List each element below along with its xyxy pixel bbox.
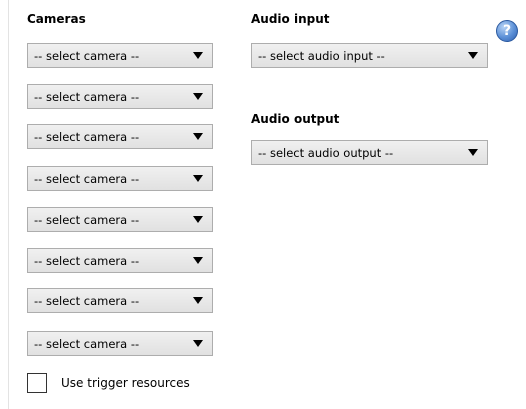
camera-select-value: -- select camera -- bbox=[34, 171, 140, 186]
dropdown-arrow-icon bbox=[468, 149, 478, 156]
audio-input-value: -- select audio input -- bbox=[258, 48, 385, 63]
dropdown-arrow-icon bbox=[193, 175, 203, 182]
panel-divider bbox=[8, 0, 9, 409]
audio-output-heading: Audio output bbox=[251, 112, 340, 126]
camera-select-4[interactable]: -- select camera -- bbox=[27, 166, 213, 191]
dropdown-arrow-icon bbox=[468, 52, 478, 59]
camera-select-8[interactable]: -- select camera -- bbox=[27, 331, 213, 356]
camera-select-5[interactable]: -- select camera -- bbox=[27, 207, 213, 232]
audio-output-value: -- select audio output -- bbox=[258, 145, 394, 160]
resources-panel: Cameras -- select camera -- -- select ca… bbox=[0, 0, 526, 409]
dropdown-arrow-icon bbox=[193, 133, 203, 140]
audio-input-select[interactable]: -- select audio input -- bbox=[251, 43, 488, 68]
dropdown-arrow-icon bbox=[193, 340, 203, 347]
camera-select-6[interactable]: -- select camera -- bbox=[27, 248, 213, 273]
dropdown-arrow-icon bbox=[193, 297, 203, 304]
camera-select-3[interactable]: -- select camera -- bbox=[27, 124, 213, 149]
audio-output-select[interactable]: -- select audio output -- bbox=[251, 140, 488, 165]
dropdown-arrow-icon bbox=[193, 52, 203, 59]
camera-select-1[interactable]: -- select camera -- bbox=[27, 43, 213, 68]
camera-select-value: -- select camera -- bbox=[34, 129, 140, 144]
camera-select-value: -- select camera -- bbox=[34, 293, 140, 308]
help-icon[interactable]: ? bbox=[496, 20, 518, 42]
camera-select-2[interactable]: -- select camera -- bbox=[27, 84, 213, 109]
camera-select-value: -- select camera -- bbox=[34, 89, 140, 104]
dropdown-arrow-icon bbox=[193, 257, 203, 264]
camera-select-value: -- select camera -- bbox=[34, 212, 140, 227]
camera-select-7[interactable]: -- select camera -- bbox=[27, 288, 213, 313]
camera-select-value: -- select camera -- bbox=[34, 336, 140, 351]
dropdown-arrow-icon bbox=[193, 93, 203, 100]
help-glyph: ? bbox=[502, 23, 512, 39]
cameras-heading: Cameras bbox=[27, 12, 86, 26]
camera-select-value: -- select camera -- bbox=[34, 48, 140, 63]
audio-input-heading: Audio input bbox=[251, 12, 330, 26]
dropdown-arrow-icon bbox=[193, 216, 203, 223]
use-trigger-resources-label: Use trigger resources bbox=[61, 376, 190, 390]
camera-select-value: -- select camera -- bbox=[34, 253, 140, 268]
use-trigger-resources-checkbox[interactable] bbox=[27, 373, 47, 393]
